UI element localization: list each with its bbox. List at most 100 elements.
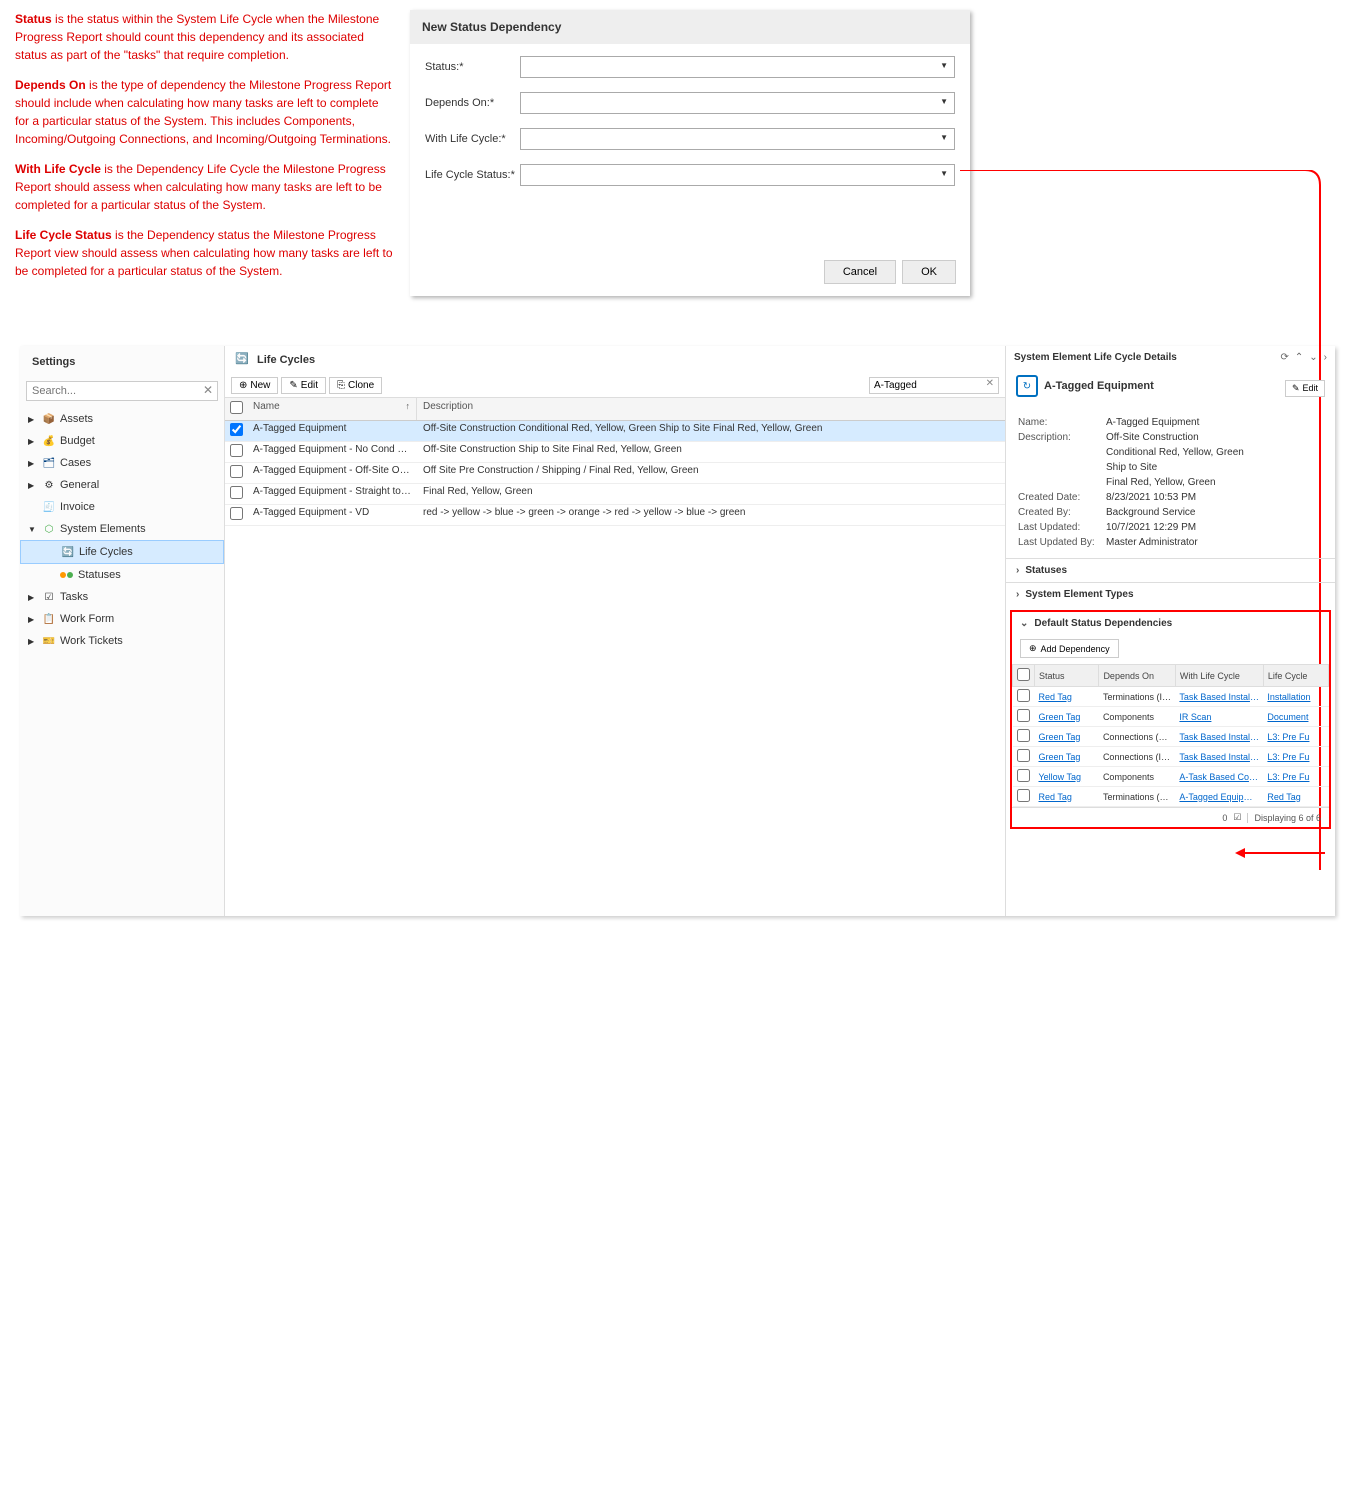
- life-cycle-status-select[interactable]: [520, 164, 955, 186]
- dep-status-link[interactable]: Red Tag: [1035, 787, 1099, 807]
- sidebar-item-life-cycles[interactable]: 🔄Life Cycles: [20, 540, 224, 564]
- dep-lcs-link[interactable]: Installation: [1263, 687, 1328, 707]
- dep-col-wlc[interactable]: With Life Cycle: [1175, 665, 1263, 687]
- dep-status-link[interactable]: Green Tag: [1035, 747, 1099, 767]
- dep-row[interactable]: Green Tag Components IR Scan Document: [1013, 707, 1329, 727]
- dep-wlc-link[interactable]: A-Tagged Equipment: [1175, 787, 1263, 807]
- dep-select-all-checkbox[interactable]: [1017, 668, 1030, 681]
- row-name: A-Tagged Equipment - VD: [247, 505, 417, 525]
- col-name[interactable]: Name: [247, 398, 417, 420]
- status-select[interactable]: [520, 56, 955, 78]
- dep-depends-cell: Components: [1099, 767, 1175, 787]
- prop-label: [1018, 477, 1106, 488]
- dep-row[interactable]: Green Tag Connections (Inco... Task Base…: [1013, 747, 1329, 767]
- dep-lcs-link[interactable]: L3: Pre Fu: [1263, 727, 1328, 747]
- sidebar-item-assets[interactable]: ▶📦Assets: [20, 408, 224, 430]
- sidebar-item-work-form[interactable]: ▶📋Work Form: [20, 608, 224, 630]
- entity-name: A-Tagged Equipment: [1044, 380, 1154, 392]
- table-row[interactable]: A-Tagged Equipment - No Cond Tag Off-Sit…: [225, 442, 1005, 463]
- row-name: A-Tagged Equipment - No Cond Tag: [247, 442, 417, 462]
- dep-row-checkbox[interactable]: [1017, 789, 1030, 802]
- sidebar-item-invoice[interactable]: 🧾Invoice: [20, 496, 224, 518]
- entity-icon: ↻: [1016, 375, 1038, 397]
- accordion-statuses[interactable]: ›Statuses: [1006, 558, 1335, 582]
- dep-row[interactable]: Green Tag Connections (Outg... Task Base…: [1013, 727, 1329, 747]
- ok-button[interactable]: OK: [902, 260, 956, 284]
- dep-col-status[interactable]: Status: [1035, 665, 1099, 687]
- row-checkbox[interactable]: [230, 423, 243, 436]
- dep-row-checkbox[interactable]: [1017, 729, 1030, 742]
- dep-count: 0: [1222, 813, 1227, 823]
- row-desc: Off Site Pre Construction / Shipping / F…: [417, 463, 1005, 483]
- dep-row-checkbox[interactable]: [1017, 689, 1030, 702]
- dep-wlc-link[interactable]: Task Based Install ...: [1175, 727, 1263, 747]
- col-desc[interactable]: Description: [417, 398, 1005, 420]
- depends-on-label: Depends On:*: [425, 97, 520, 109]
- depends-on-select[interactable]: [520, 92, 955, 114]
- table-row[interactable]: A-Tagged Equipment - Straight to Site Fi…: [225, 484, 1005, 505]
- refresh-icon[interactable]: ⟳: [1280, 352, 1288, 363]
- dep-lcs-link[interactable]: Red Tag: [1263, 787, 1328, 807]
- row-checkbox[interactable]: [230, 507, 243, 520]
- dep-lcs-link[interactable]: L3: Pre Fu: [1263, 767, 1328, 787]
- dep-row-checkbox[interactable]: [1017, 749, 1030, 762]
- collapse-up-icon[interactable]: ⌃: [1295, 352, 1303, 363]
- dep-wlc-link[interactable]: IR Scan: [1175, 707, 1263, 727]
- dep-status-link[interactable]: Yellow Tag: [1035, 767, 1099, 787]
- dep-lcs-link[interactable]: Document: [1263, 707, 1328, 727]
- prop-label: Name:: [1018, 417, 1106, 428]
- settings-sidebar: Settings ✕ ▶📦Assets ▶💰Budget ▶🗂Cases ▶⚙G…: [20, 346, 225, 916]
- clear-filter-icon[interactable]: ✕: [986, 378, 994, 389]
- row-checkbox[interactable]: [230, 444, 243, 457]
- expand-down-icon[interactable]: ⌄: [1309, 352, 1317, 363]
- clear-search-icon[interactable]: ✕: [203, 383, 213, 397]
- sidebar-item-cases[interactable]: ▶🗂Cases: [20, 452, 224, 474]
- dep-col-depends[interactable]: Depends On: [1099, 665, 1175, 687]
- dep-wlc-link[interactable]: Task Based Install ...: [1175, 747, 1263, 767]
- prop-label: Created Date:: [1018, 492, 1106, 503]
- dep-row[interactable]: Red Tag Terminations (Outg... A-Tagged E…: [1013, 787, 1329, 807]
- dep-status-link[interactable]: Red Tag: [1035, 687, 1099, 707]
- row-checkbox[interactable]: [230, 465, 243, 478]
- edit-button[interactable]: ✎Edit: [281, 377, 326, 394]
- dep-row-checkbox[interactable]: [1017, 709, 1030, 722]
- plus-icon: ⊕: [1029, 643, 1037, 654]
- accordion-system-element-types[interactable]: ›System Element Types: [1006, 582, 1335, 606]
- cancel-button[interactable]: Cancel: [824, 260, 896, 284]
- new-button[interactable]: ⊕New: [231, 377, 278, 394]
- dep-lcs-link[interactable]: L3: Pre Fu: [1263, 747, 1328, 767]
- sidebar-item-system-elements[interactable]: ▼⬡System Elements: [20, 518, 224, 540]
- sidebar-item-budget[interactable]: ▶💰Budget: [20, 430, 224, 452]
- chevron-right-icon[interactable]: ›: [1324, 352, 1327, 363]
- add-dependency-button[interactable]: ⊕Add Dependency: [1020, 639, 1119, 658]
- dep-row[interactable]: Yellow Tag Components A-Task Based Com..…: [1013, 767, 1329, 787]
- sidebar-search-input[interactable]: [26, 381, 218, 401]
- dep-depends-cell: Terminations (Inco...: [1099, 687, 1175, 707]
- dep-row[interactable]: Red Tag Terminations (Inco... Task Based…: [1013, 687, 1329, 707]
- select-all-checkbox[interactable]: [230, 401, 243, 414]
- sidebar-item-work-tickets[interactable]: ▶🎫Work Tickets: [20, 630, 224, 652]
- dep-status-link[interactable]: Green Tag: [1035, 707, 1099, 727]
- details-edit-button[interactable]: ✎Edit: [1285, 380, 1325, 397]
- dep-row-checkbox[interactable]: [1017, 769, 1030, 782]
- clone-button[interactable]: ⎘Clone: [329, 377, 382, 394]
- prop-value: Background Service: [1106, 507, 1323, 518]
- row-name: A-Tagged Equipment - Straight to Site: [247, 484, 417, 504]
- table-row[interactable]: A-Tagged Equipment - VD red -> yellow ->…: [225, 505, 1005, 526]
- sidebar-item-general[interactable]: ▶⚙General: [20, 474, 224, 496]
- dep-wlc-link[interactable]: Task Based Install -...: [1175, 687, 1263, 707]
- checkbox-icon: ☑: [1233, 812, 1241, 823]
- table-row[interactable]: A-Tagged Equipment Off-Site Construction…: [225, 421, 1005, 442]
- prop-value: 8/23/2021 10:53 PM: [1106, 492, 1323, 503]
- with-life-cycle-select[interactable]: [520, 128, 955, 150]
- dep-wlc-link[interactable]: A-Task Based Com...: [1175, 767, 1263, 787]
- table-row[interactable]: A-Tagged Equipment - Off-Site Ord... Off…: [225, 463, 1005, 484]
- grid-filter-input[interactable]: [869, 377, 999, 394]
- sidebar-item-tasks[interactable]: ▶☑Tasks: [20, 586, 224, 608]
- row-checkbox[interactable]: [230, 486, 243, 499]
- dep-col-lcs[interactable]: Life Cycle: [1263, 665, 1328, 687]
- sidebar-item-statuses[interactable]: Statuses: [20, 564, 224, 586]
- pencil-icon: ✎: [1292, 383, 1300, 394]
- prop-value: A-Tagged Equipment: [1106, 417, 1323, 428]
- dep-status-link[interactable]: Green Tag: [1035, 727, 1099, 747]
